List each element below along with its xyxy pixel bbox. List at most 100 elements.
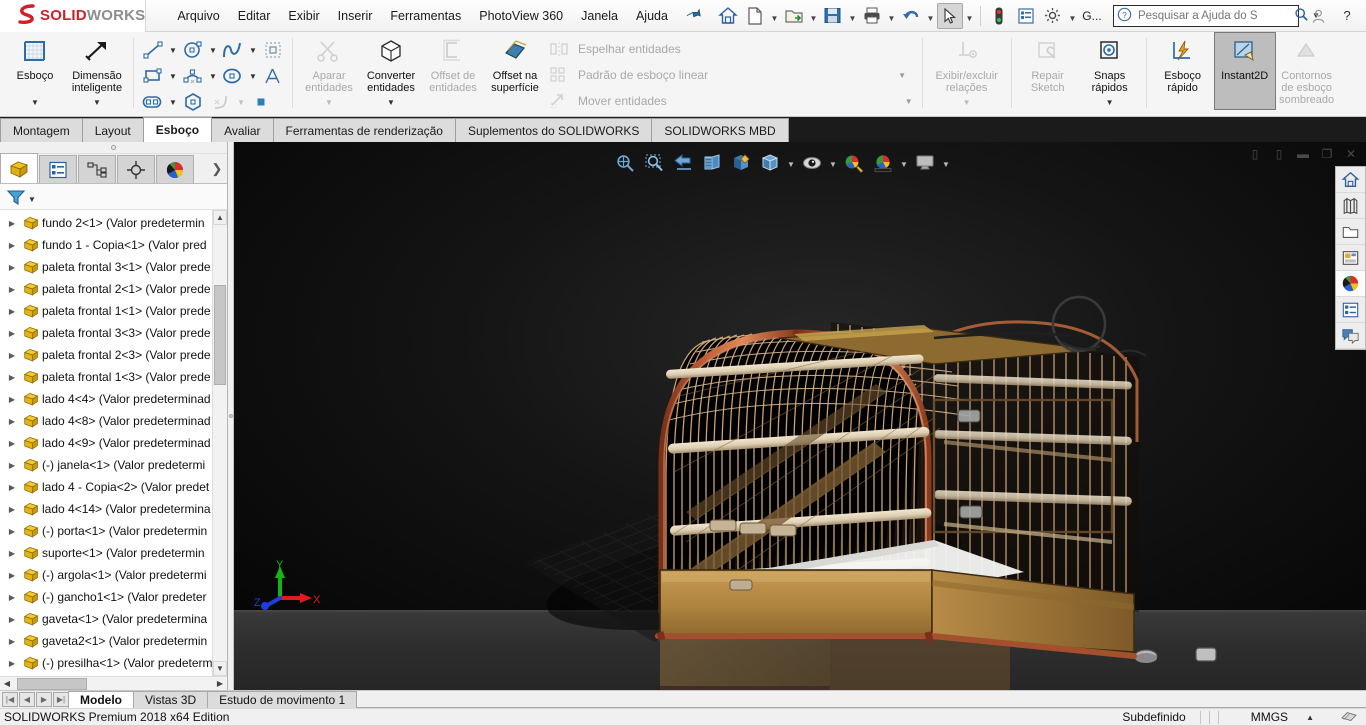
hud-view-settings[interactable] bbox=[912, 151, 938, 175]
hud-display-style-caret-icon[interactable]: ▼ bbox=[786, 151, 796, 175]
hud-zoom-to-fit[interactable] bbox=[612, 151, 638, 175]
hud-hide-show-items[interactable] bbox=[799, 151, 825, 175]
ribbon-esboco-rapido[interactable]: Esboço rápido bbox=[1152, 32, 1214, 110]
help-caret-icon[interactable]: ▼ bbox=[1362, 3, 1366, 29]
tab-esboco[interactable]: Esboço bbox=[142, 117, 213, 142]
tree-hscroll-thumb[interactable] bbox=[17, 677, 87, 690]
menu-janela[interactable]: Janela bbox=[572, 4, 627, 28]
tree-vertical-scrollbar[interactable]: ▲ ▼ bbox=[212, 210, 227, 676]
tree-horizontal-scrollbar[interactable]: ◀ ▶ bbox=[0, 676, 227, 690]
tree-item[interactable]: ▶ paleta frontal 1<3> (Valor prede bbox=[0, 366, 227, 388]
task-pane-custom-properties[interactable] bbox=[1336, 297, 1365, 323]
help-button[interactable]: ? bbox=[1334, 3, 1360, 29]
new-document-button[interactable] bbox=[742, 3, 768, 29]
hud-display-style[interactable] bbox=[757, 151, 783, 175]
tree-expand-arrow-icon[interactable]: ▶ bbox=[4, 505, 20, 514]
nav-next[interactable]: ▶ bbox=[36, 692, 52, 707]
pin-icon[interactable] bbox=[683, 5, 704, 27]
search-help-box[interactable]: ? ▼ bbox=[1112, 4, 1320, 27]
viewport-pane-left-button[interactable]: ▯ bbox=[1244, 144, 1266, 164]
qat-overflow-button[interactable]: G... bbox=[1079, 3, 1105, 29]
tree-item[interactable]: ▶ (-) porta<1> (Valor predetermin bbox=[0, 520, 227, 542]
tree-expand-arrow-icon[interactable]: ▶ bbox=[4, 549, 20, 558]
tree-item[interactable]: ▶ (-) argola<1> (Valor predetermi bbox=[0, 564, 227, 586]
ribbon-offset-entidades[interactable]: Offset de entidades bbox=[422, 32, 484, 110]
task-pane-file-explorer[interactable] bbox=[1336, 219, 1365, 245]
select-caret-icon[interactable]: ▼ bbox=[964, 3, 975, 29]
tree-expand-arrow-icon[interactable]: ▶ bbox=[4, 373, 20, 382]
tree-expand-arrow-icon[interactable]: ▶ bbox=[4, 351, 20, 360]
ribbon-mover-caret-icon[interactable]: ▼ bbox=[905, 97, 913, 106]
ribbon-dimensao-inteligente[interactable]: Dimensão inteligente ▼ bbox=[66, 32, 128, 110]
tree-scroll-thumb[interactable] bbox=[214, 285, 226, 385]
feature-tree[interactable]: ▶ fundo 2<1> (Valor predetermin ▶ fundo 1 -… bbox=[0, 210, 227, 676]
file-properties-button[interactable] bbox=[1013, 3, 1039, 29]
tool-circle[interactable] bbox=[179, 38, 207, 62]
tab-ferramentas-renderizacao[interactable]: Ferramentas de renderização bbox=[272, 118, 456, 142]
filter-caret-icon[interactable]: ▼ bbox=[28, 195, 36, 204]
tree-item[interactable]: ▶ (-) presilha<1> (Valor predeterm bbox=[0, 652, 227, 674]
task-pane-design-library[interactable] bbox=[1336, 193, 1365, 219]
tree-expand-arrow-icon[interactable]: ▶ bbox=[4, 219, 20, 228]
tab-suplementos-solidworks[interactable]: Suplementos do SOLIDWORKS bbox=[454, 118, 653, 142]
tool-ellipse[interactable] bbox=[219, 64, 247, 88]
menu-inserir[interactable]: Inserir bbox=[329, 4, 382, 28]
task-pane-appearances-scenes[interactable] bbox=[1336, 271, 1365, 297]
tree-expand-arrow-icon[interactable]: ▶ bbox=[4, 571, 20, 580]
save-button[interactable] bbox=[820, 3, 846, 29]
tree-item[interactable]: ▶ lado 4<4> (Valor predeterminad bbox=[0, 388, 227, 410]
menu-editar[interactable]: Editar bbox=[229, 4, 280, 28]
tool-slot[interactable] bbox=[139, 90, 167, 114]
tree-expand-arrow-icon[interactable]: ▶ bbox=[4, 461, 20, 470]
home-button[interactable] bbox=[715, 3, 741, 29]
tool-fillet-caret-icon[interactable]: ▼ bbox=[235, 90, 247, 114]
ribbon-esboco-caret-icon[interactable]: ▼ bbox=[31, 98, 39, 109]
tool-slot-caret-icon[interactable]: ▼ bbox=[167, 90, 179, 114]
viewport-pane-right-button[interactable]: ▯ bbox=[1268, 144, 1290, 164]
tree-expand-arrow-icon[interactable]: ▶ bbox=[4, 307, 20, 316]
hud-section-view[interactable] bbox=[699, 151, 725, 175]
tab-layout[interactable]: Layout bbox=[81, 118, 144, 142]
ribbon-aparar-entidades[interactable]: Aparar entidades ▼ bbox=[298, 32, 360, 110]
tree-expand-arrow-icon[interactable]: ▶ bbox=[4, 615, 20, 624]
viewport-minimize-button[interactable]: ▬ bbox=[1292, 144, 1314, 164]
tree-scroll-down-icon[interactable]: ▼ bbox=[213, 661, 227, 676]
tree-expand-arrow-icon[interactable]: ▶ bbox=[4, 417, 20, 426]
tool-circle-caret-icon[interactable]: ▼ bbox=[207, 38, 219, 62]
tree-item[interactable]: ▶ suporte<1> (Valor predetermin bbox=[0, 542, 227, 564]
print-button[interactable] bbox=[859, 3, 885, 29]
tree-item[interactable]: ▶ paleta frontal 1<1> (Valor prede bbox=[0, 300, 227, 322]
tool-line-caret-icon[interactable]: ▼ bbox=[167, 38, 179, 62]
birdcage-model[interactable] bbox=[234, 142, 1366, 690]
menu-ajuda[interactable]: Ajuda bbox=[627, 4, 677, 28]
ribbon-converter-caret-icon[interactable]: ▼ bbox=[387, 98, 395, 109]
bottom-tab-modelo[interactable]: Modelo bbox=[68, 691, 134, 708]
ribbon-offset-superficie[interactable]: Offset na superfície bbox=[484, 32, 546, 110]
tree-item[interactable]: ▶ lado 4<8> (Valor predeterminad bbox=[0, 410, 227, 432]
tree-expand-arrow-icon[interactable]: ▶ bbox=[4, 593, 20, 602]
tree-filter-bar[interactable]: ▼ bbox=[0, 184, 227, 210]
ribbon-repair-sketch[interactable]: Repair Sketch bbox=[1017, 32, 1079, 110]
panel-tab-more-icon[interactable]: ❯ bbox=[207, 155, 227, 183]
tree-item[interactable]: ▶ gaveta<1> (Valor predeterminа bbox=[0, 608, 227, 630]
tab-avaliar[interactable]: Avaliar bbox=[211, 118, 274, 142]
panel-tab-dimxpert-manager[interactable] bbox=[117, 155, 155, 183]
tree-item[interactable]: ▶ lado 4 - Copia<2> (Valor predet bbox=[0, 476, 227, 498]
hud-apply-scene-caret-icon[interactable]: ▼ bbox=[899, 151, 909, 175]
tool-spline-caret-icon[interactable]: ▼ bbox=[247, 38, 259, 62]
task-pane-view-palette[interactable] bbox=[1336, 245, 1365, 271]
menu-photoview360[interactable]: PhotoView 360 bbox=[470, 4, 572, 28]
viewport-restore-button[interactable]: ❐ bbox=[1316, 144, 1338, 164]
tree-scroll-left-icon[interactable]: ◀ bbox=[0, 677, 14, 691]
task-pane-home[interactable] bbox=[1336, 167, 1365, 193]
menu-arquivo[interactable]: Arquivo bbox=[168, 4, 228, 28]
ribbon-relacoes-caret-icon[interactable]: ▼ bbox=[963, 98, 971, 109]
tree-expand-arrow-icon[interactable]: ▶ bbox=[4, 527, 20, 536]
tool-spline[interactable] bbox=[219, 38, 247, 62]
editing-part-icon[interactable] bbox=[1340, 710, 1366, 724]
tree-expand-arrow-icon[interactable]: ▶ bbox=[4, 241, 20, 250]
tree-item[interactable]: ▶ paleta frontal 2<3> (Valor prede bbox=[0, 344, 227, 366]
open-document-caret-icon[interactable]: ▼ bbox=[808, 3, 819, 29]
tree-item[interactable]: ▶ fundo 1 - Copia<1> (Valor pred bbox=[0, 234, 227, 256]
ribbon-aparar-caret-icon[interactable]: ▼ bbox=[325, 98, 333, 109]
